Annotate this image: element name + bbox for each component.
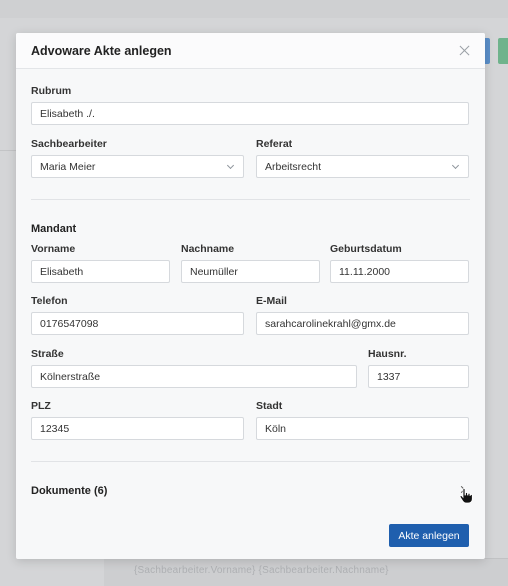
nachname-label: Nachname <box>181 243 235 255</box>
background-bottom-text: {Sachbearbeiter.Vorname} {Sachbearbeiter… <box>134 565 389 576</box>
stadt-label: Stadt <box>256 400 283 412</box>
create-file-button[interactable]: Akte anlegen <box>389 524 469 547</box>
geburtsdatum-value: 11.11.2000 <box>339 265 390 278</box>
rubrum-value: Elisabeth ./. <box>40 107 95 120</box>
background-button-green <box>498 38 508 64</box>
vorname-label: Vorname <box>31 243 76 255</box>
geburtsdatum-field[interactable]: 11.11.2000 <box>330 260 469 283</box>
stadt-value: Köln <box>265 422 287 435</box>
sachbearbeiter-label: Sachbearbeiter <box>31 138 107 150</box>
strasse-value: Kölnerstraße <box>40 370 101 383</box>
telefon-value: 0176547098 <box>40 317 99 330</box>
sachbearbeiter-select[interactable]: Maria Meier <box>31 155 244 178</box>
stadt-field[interactable]: Köln <box>256 417 469 440</box>
vorname-field[interactable]: Elisabeth <box>31 260 170 283</box>
close-icon[interactable] <box>458 44 472 58</box>
telefon-field[interactable]: 0176547098 <box>31 312 244 335</box>
rubrum-label: Rubrum <box>31 85 72 97</box>
email-value: sarahcarolinekrahl@gmx.de <box>265 317 396 330</box>
strasse-label: Straße <box>31 348 64 360</box>
dialog-body: Rubrum Elisabeth ./. Sachbearbeiter Mari… <box>31 69 473 559</box>
hausnr-value: 1337 <box>377 370 401 383</box>
nachname-value: Neumüller <box>190 265 238 278</box>
chevron-down-icon <box>451 161 460 170</box>
plz-field[interactable]: 12345 <box>31 417 244 440</box>
section-divider <box>31 199 470 200</box>
rubrum-field[interactable]: Elisabeth ./. <box>31 102 469 125</box>
referat-select[interactable]: Arbeitsrecht <box>256 155 469 178</box>
sachbearbeiter-value: Maria Meier <box>40 160 96 173</box>
hausnr-label: Hausnr. <box>368 348 407 360</box>
geburtsdatum-label: Geburtsdatum <box>330 243 402 255</box>
background-topbar <box>0 0 508 18</box>
hand-cursor-icon <box>459 488 473 504</box>
plz-label: PLZ <box>31 400 51 412</box>
background-divider <box>0 150 16 151</box>
strasse-field[interactable]: Kölnerstraße <box>31 365 357 388</box>
email-label: E-Mail <box>256 295 287 307</box>
chevron-down-icon <box>226 161 235 170</box>
mandant-section-title: Mandant <box>31 223 77 235</box>
referat-label: Referat <box>256 138 293 150</box>
section-divider <box>31 461 470 462</box>
dokumente-section-title[interactable]: Dokumente (6) <box>31 485 107 497</box>
email-field[interactable]: sarahcarolinekrahl@gmx.de <box>256 312 469 335</box>
vorname-value: Elisabeth <box>40 265 84 278</box>
telefon-label: Telefon <box>31 295 68 307</box>
nachname-field[interactable]: Neumüller <box>181 260 320 283</box>
dialog-header: Advoware Akte anlegen <box>16 33 485 69</box>
referat-value: Arbeitsrecht <box>265 160 322 173</box>
dialog-title: Advoware Akte anlegen <box>31 43 172 58</box>
create-file-dialog: Advoware Akte anlegen Rubrum Elisabeth .… <box>16 33 485 559</box>
hausnr-field[interactable]: 1337 <box>368 365 469 388</box>
plz-value: 12345 <box>40 422 70 435</box>
